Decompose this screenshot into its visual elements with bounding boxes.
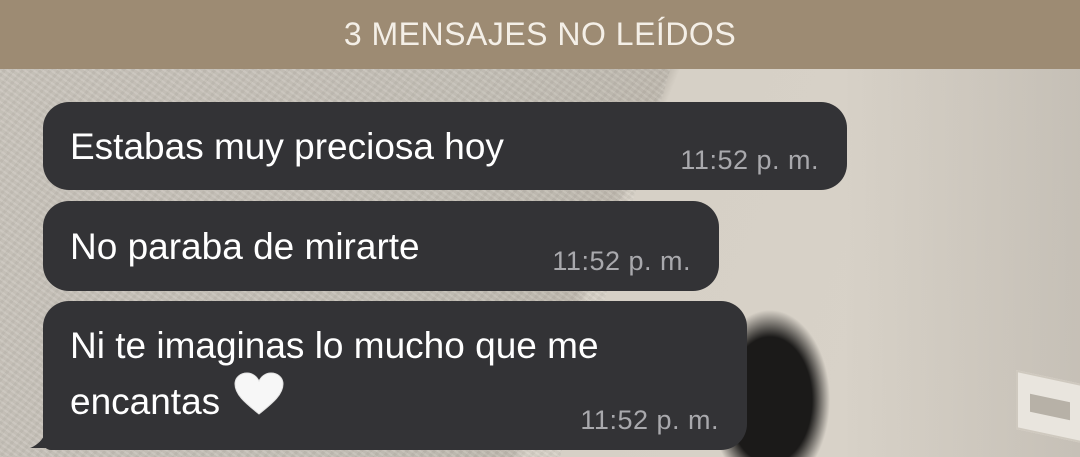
bubble-tail xyxy=(30,424,56,448)
message-bubble-3[interactable]: Ni te imaginas lo mucho que me encantas … xyxy=(43,301,747,450)
message-timestamp: 11:52 p. m. xyxy=(580,405,719,435)
message-text-line-2: encantas xyxy=(70,372,284,428)
white-heart-icon xyxy=(234,372,284,428)
unread-messages-banner: 3 MENSAJES NO LEÍDOS xyxy=(0,0,1080,69)
message-timestamp: 11:52 p. m. xyxy=(680,145,819,175)
chat-screen: 3 MENSAJES NO LEÍDOS Estabas muy precios… xyxy=(0,0,1080,457)
message-text: Estabas muy preciosa hoy xyxy=(70,126,504,167)
message-timestamp: 11:52 p. m. xyxy=(552,246,691,276)
message-text-line-2-content: encantas xyxy=(70,381,221,422)
unread-messages-label: 3 MENSAJES NO LEÍDOS xyxy=(343,16,737,52)
message-text-line-1: Ni te imaginas lo mucho que me xyxy=(70,325,599,366)
message-bubble-2[interactable]: No paraba de mirarte 11:52 p. m. xyxy=(43,201,719,291)
message-text: No paraba de mirarte xyxy=(70,226,420,267)
message-bubble-1[interactable]: Estabas muy preciosa hoy 11:52 p. m. xyxy=(43,102,847,190)
